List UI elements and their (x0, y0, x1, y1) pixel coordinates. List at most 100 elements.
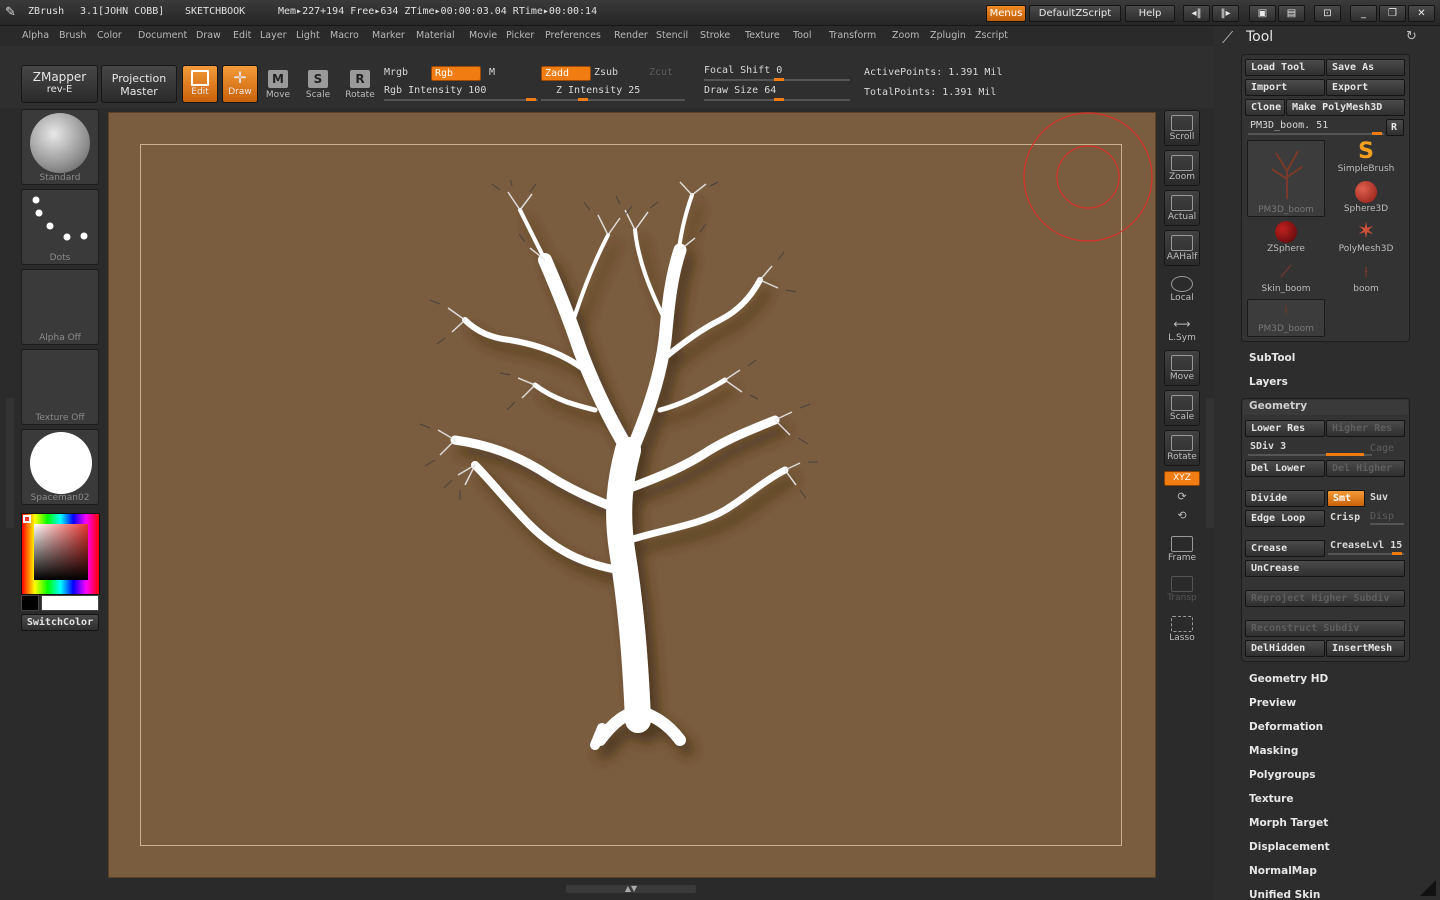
disp-slider[interactable]: Disp (1370, 511, 1394, 522)
import-button[interactable]: Import (1245, 79, 1325, 96)
menu-stroke[interactable]: Stroke (700, 30, 730, 41)
draw-size-slider[interactable]: Draw Size 64 (704, 85, 776, 96)
reset-icon[interactable]: ↻ (1406, 29, 1417, 44)
zsub-toggle[interactable]: Zsub (594, 67, 618, 78)
tool-thumb-sphere3d[interactable]: Sphere3D (1327, 178, 1405, 218)
crease-level-slider[interactable]: CreaseLvl 15 (1330, 540, 1402, 551)
menu-document[interactable]: Document (138, 30, 187, 41)
close-icon[interactable]: ✕ (1408, 5, 1435, 22)
draw-size-knob[interactable] (774, 98, 784, 101)
uncrease-button[interactable]: UnCrease (1245, 560, 1405, 577)
y-rotation-icon[interactable]: ⟳ (1175, 490, 1189, 504)
color-picker[interactable] (21, 513, 100, 595)
mrgb-toggle[interactable]: Mrgb (384, 67, 408, 78)
displacement-section[interactable]: Displacement (1249, 841, 1330, 853)
m-toggle[interactable]: M (489, 67, 495, 78)
frame-button[interactable]: Frame (1164, 532, 1200, 568)
bottom-shelf-toggle-icon[interactable]: ▲▼ (566, 885, 696, 893)
polygroups-section[interactable]: Polygroups (1249, 769, 1316, 781)
menu-marker[interactable]: Marker (372, 30, 405, 41)
export-button[interactable]: Export (1326, 79, 1405, 96)
menu-alpha[interactable]: Alpha (22, 30, 49, 41)
sdiv-knob[interactable] (1326, 453, 1364, 456)
geometry-section[interactable]: Geometry (1249, 400, 1307, 412)
tool-thumb-skin-boom[interactable]: ⟋ Skin_boom (1247, 258, 1325, 298)
lsym-button[interactable]: ⟷ L.Sym (1164, 312, 1200, 348)
menu-draw[interactable]: Draw (196, 30, 221, 41)
smt-toggle[interactable]: Smt (1327, 490, 1365, 507)
aahalf-button[interactable]: AAHalf (1164, 230, 1200, 266)
draw-mode-button[interactable]: ✛ Draw (222, 65, 258, 103)
projection-master-button[interactable]: Projection Master (101, 65, 177, 103)
morph-target-section[interactable]: Morph Target (1249, 817, 1328, 829)
menu-preferences[interactable]: Preferences (545, 30, 601, 41)
expand-ui-icon[interactable]: ‖▸ (1212, 5, 1239, 22)
tool-thumb-polymesh3d[interactable]: ✶ PolyMesh3D (1327, 218, 1405, 258)
menu-layer[interactable]: Layer (260, 30, 287, 41)
layout-icon[interactable]: ▣ (1249, 5, 1276, 22)
lasso-button[interactable]: Lasso (1164, 612, 1200, 648)
rgb-intensity-slider[interactable]: Rgb Intensity 100 (384, 85, 486, 96)
rgb-intensity-knob[interactable] (526, 98, 536, 101)
tree-model[interactable] (380, 180, 820, 780)
lock-icon[interactable]: ⊡ (1314, 5, 1341, 22)
rotate-view-button[interactable]: Rotate (1164, 430, 1200, 466)
move-mode-button[interactable]: M Move (260, 66, 296, 106)
higher-res-button[interactable]: Higher Res (1326, 420, 1405, 437)
geometry-hd-section[interactable]: Geometry HD (1249, 673, 1328, 685)
deformation-section[interactable]: Deformation (1249, 721, 1323, 733)
zadd-toggle[interactable]: Zadd (541, 66, 591, 81)
minimize-icon[interactable]: _ (1350, 5, 1377, 22)
actual-button[interactable]: Actual (1164, 190, 1200, 226)
divide-button[interactable]: Divide (1245, 490, 1325, 507)
brush-selector[interactable]: Standard (21, 109, 99, 185)
layers-section[interactable]: Layers (1249, 376, 1288, 388)
edit-mode-button[interactable]: Edit (182, 65, 218, 103)
local-button[interactable]: Local (1164, 272, 1200, 308)
zoom-button[interactable]: Zoom (1164, 150, 1200, 186)
shrink-ui-icon[interactable]: ◂‖ (1183, 5, 1210, 22)
menu-zoom[interactable]: Zoom (892, 30, 919, 41)
secondary-color-swatch[interactable] (21, 595, 39, 611)
tool-thumb-zsphere[interactable]: ZSphere (1247, 218, 1325, 258)
z-rotation-icon[interactable]: ⟲ (1175, 509, 1189, 523)
clone-button[interactable]: Clone (1245, 99, 1285, 116)
layout-alt-icon[interactable]: ▤ (1278, 5, 1305, 22)
menu-edit[interactable]: Edit (233, 30, 251, 41)
main-color-swatch[interactable] (41, 595, 99, 611)
help-button[interactable]: Help (1125, 5, 1175, 22)
insertmesh-button[interactable]: InsertMesh (1326, 640, 1405, 657)
default-zscript-button[interactable]: DefaultZScript (1029, 5, 1121, 22)
del-lower-button[interactable]: Del Lower (1245, 460, 1325, 477)
crease-button[interactable]: Crease (1245, 540, 1325, 557)
stroke-selector[interactable]: Dots (21, 189, 99, 265)
unified-skin-section[interactable]: Unified Skin (1249, 889, 1320, 900)
rgb-toggle[interactable]: Rgb (431, 66, 481, 81)
color-marker[interactable] (23, 515, 31, 523)
menu-zplugin[interactable]: Zplugin (930, 30, 966, 41)
menus-button[interactable]: Menus (986, 5, 1026, 22)
menu-zscript[interactable]: Zscript (975, 30, 1008, 41)
suv-toggle[interactable]: Suv (1370, 492, 1388, 503)
rotate-mode-button[interactable]: R Rotate (342, 66, 378, 106)
lower-res-button[interactable]: Lower Res (1245, 420, 1325, 437)
menu-tool[interactable]: Tool (793, 30, 811, 41)
current-tool-slider[interactable]: PM3D_boom. 51 (1250, 120, 1328, 131)
tool-thumb-simplebrush[interactable]: S SimpleBrush (1327, 138, 1405, 178)
focal-shift-knob[interactable] (774, 78, 784, 81)
palette-pin-icon[interactable]: ⟋ (1222, 28, 1233, 48)
subtool-section[interactable]: SubTool (1249, 352, 1295, 364)
menu-color[interactable]: Color (97, 30, 122, 41)
restore-icon[interactable]: ❐ (1379, 5, 1406, 22)
cage-button[interactable]: Cage (1370, 443, 1394, 454)
normalmap-section[interactable]: NormalMap (1249, 865, 1317, 877)
delhidden-button[interactable]: DelHidden (1245, 640, 1325, 657)
resize-grip-icon[interactable] (1420, 880, 1436, 896)
menu-render[interactable]: Render (614, 30, 648, 41)
menu-material[interactable]: Material (416, 30, 455, 41)
reconstruct-subdiv-button[interactable]: Reconstruct Subdiv (1245, 620, 1405, 637)
focal-shift-slider[interactable]: Focal Shift 0 (704, 65, 782, 76)
menu-macro[interactable]: Macro (330, 30, 359, 41)
crease-level-knob[interactable] (1392, 552, 1402, 555)
material-selector[interactable]: Spaceman02 (21, 429, 99, 505)
